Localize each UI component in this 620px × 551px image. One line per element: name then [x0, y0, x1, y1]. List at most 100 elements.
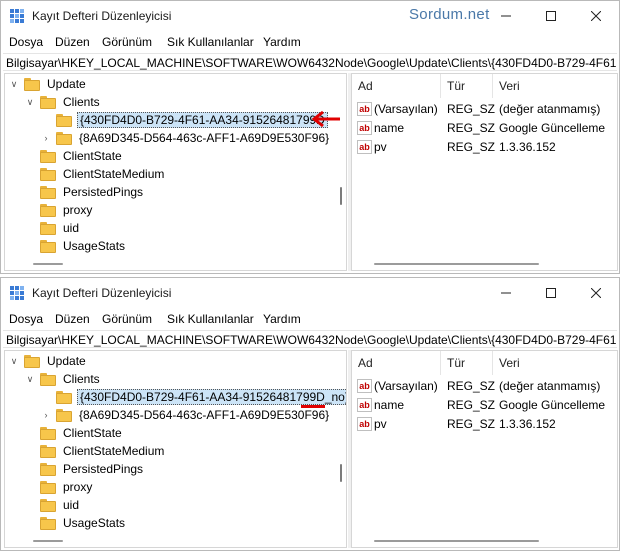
folder-icon: [56, 390, 72, 404]
folder-icon: [24, 354, 40, 368]
tree-item-label: PersistedPings: [63, 185, 144, 199]
minimize-button[interactable]: [484, 1, 528, 31]
value-data: Google Güncelleme: [499, 121, 606, 135]
address-bar[interactable]: Bilgisayar\HKEY_LOCAL_MACHINE\SOFTWARE\W…: [3, 330, 617, 348]
menu-gorunum[interactable]: Görünüm: [102, 312, 152, 326]
value-row[interactable]: ab (Varsayılan) REG_SZ (değer atanmamış): [352, 377, 617, 395]
title-bar[interactable]: Kayıt Defteri Düzenleyicisi Sordum.net: [1, 1, 619, 31]
string-value-icon: ab: [357, 140, 372, 154]
minimize-button[interactable]: [484, 278, 528, 308]
value-row[interactable]: ab pv REG_SZ 1.3.36.152: [352, 138, 617, 156]
column-header-name[interactable]: Ad: [352, 351, 441, 375]
tree-item-clientstatemedium[interactable]: ClientStateMedium: [40, 165, 166, 183]
title-bar[interactable]: Kayıt Defteri Düzenleyicisi: [1, 278, 619, 308]
tree-item-uid[interactable]: uid: [40, 496, 81, 514]
value-type: REG_SZ: [447, 417, 496, 431]
address-bar[interactable]: Bilgisayar\HKEY_LOCAL_MACHINE\SOFTWARE\W…: [3, 53, 617, 71]
tree-item-chrome-key[interactable]: › {8A69D345-D564-463c-AFF1-A69D9E530F96}: [40, 129, 331, 147]
column-header-data[interactable]: Veri: [493, 351, 617, 375]
maximize-icon: [546, 288, 556, 298]
value-row[interactable]: ab name REG_SZ Google Güncelleme: [352, 396, 617, 414]
tree-item-label: Clients: [63, 372, 100, 386]
menu-sik-kullanilanlar[interactable]: Sık Kullanılanlar: [167, 312, 254, 326]
tree-item-usagestats[interactable]: UsageStats: [40, 237, 127, 255]
folder-icon: [40, 95, 56, 109]
registry-editor-icon: [10, 286, 24, 300]
menu-yardim[interactable]: Yardım: [263, 312, 301, 326]
maximize-button[interactable]: [529, 1, 573, 31]
tree-item-persistedpings[interactable]: PersistedPings: [40, 183, 145, 201]
folder-icon: [40, 516, 56, 530]
chevron-down-icon[interactable]: ∨: [24, 370, 36, 388]
chevron-right-icon[interactable]: ›: [40, 129, 52, 147]
red-left-arrow-icon: [311, 110, 340, 128]
column-header-data[interactable]: Veri: [493, 74, 617, 98]
chevron-down-icon[interactable]: ∨: [8, 352, 20, 370]
tree-item-clients[interactable]: ∨ Clients: [24, 93, 102, 111]
menu-dosya[interactable]: Dosya: [9, 35, 43, 49]
tree-item-clientstatemedium[interactable]: ClientStateMedium: [40, 442, 166, 460]
maximize-button[interactable]: [529, 278, 573, 308]
tree-item-clientstate[interactable]: ClientState: [40, 147, 124, 165]
tree-item-uid[interactable]: uid: [40, 219, 81, 237]
string-value-icon: ab: [357, 398, 372, 412]
value-type: REG_SZ: [447, 140, 496, 154]
menu-sik-kullanilanlar[interactable]: Sık Kullanılanlar: [167, 35, 254, 49]
menu-dosya[interactable]: Dosya: [9, 312, 43, 326]
scrollbar-thumb[interactable]: [340, 464, 342, 482]
value-type: REG_SZ: [447, 102, 496, 116]
tree-item-label: {8A69D345-D564-463c-AFF1-A69D9E530F96}: [79, 408, 330, 422]
tree-item-chrome-key[interactable]: › {8A69D345-D564-463c-AFF1-A69D9E530F96}: [40, 406, 331, 424]
tree-item-usagestats[interactable]: UsageStats: [40, 514, 127, 532]
tree-horizontal-scrollbar[interactable]: [33, 263, 63, 265]
key-tree-pane[interactable]: ∨ Update ∨ Clients {430FD4D0-B729-4F61-A…: [4, 350, 347, 548]
list-horizontal-scrollbar[interactable]: [374, 540, 539, 542]
tree-horizontal-scrollbar[interactable]: [33, 540, 63, 542]
chevron-right-icon[interactable]: ›: [40, 406, 52, 424]
string-value-icon: ab: [357, 121, 372, 135]
value-type: REG_SZ: [447, 121, 496, 135]
tree-item-label: uid: [63, 498, 80, 512]
tree-item-label: Clients: [63, 95, 100, 109]
scrollbar-thumb[interactable]: [340, 187, 342, 205]
tree-item-clients[interactable]: ∨ Clients: [24, 370, 102, 388]
key-tree-pane[interactable]: ∨ Update ∨ Clients {430FD4D0-B729-4F61-A…: [4, 73, 347, 271]
tree-item-clientstate[interactable]: ClientState: [40, 424, 124, 442]
list-horizontal-scrollbar[interactable]: [374, 263, 539, 265]
string-value-icon: ab: [357, 102, 372, 116]
close-button[interactable]: [574, 278, 618, 308]
values-list-pane[interactable]: Ad Tür Veri ab (Varsayılan) REG_SZ (değe…: [351, 73, 618, 271]
column-header-type[interactable]: Tür: [441, 351, 493, 375]
value-data: (değer atanmamış): [499, 102, 601, 116]
menu-yardim[interactable]: Yardım: [263, 35, 301, 49]
tree-item-update[interactable]: ∨ Update: [8, 352, 88, 370]
tree-item-update[interactable]: ∨ Update: [8, 75, 88, 93]
value-name: (Varsayılan): [374, 379, 438, 393]
value-data: Google Güncelleme: [499, 398, 606, 412]
tree-item-proxy[interactable]: proxy: [40, 201, 94, 219]
value-row[interactable]: ab name REG_SZ Google Güncelleme: [352, 119, 617, 137]
value-row[interactable]: ab pv REG_SZ 1.3.36.152: [352, 415, 617, 433]
tree-item-proxy[interactable]: proxy: [40, 478, 94, 496]
red-underline-annotation: [301, 405, 325, 408]
tree-item-persistedpings[interactable]: PersistedPings: [40, 460, 145, 478]
column-header-name[interactable]: Ad: [352, 74, 441, 98]
chevron-down-icon[interactable]: ∨: [8, 75, 20, 93]
tree-item-selected-key[interactable]: {430FD4D0-B729-4F61-AA34-91526481799D: [56, 111, 328, 129]
chevron-down-icon[interactable]: ∨: [24, 93, 36, 111]
tree-item-label: UsageStats: [63, 516, 126, 530]
tree-vertical-scrollbar[interactable]: [337, 74, 346, 270]
values-list-pane[interactable]: Ad Tür Veri ab (Varsayılan) REG_SZ (değe…: [351, 350, 618, 548]
column-header-type[interactable]: Tür: [441, 74, 493, 98]
close-button[interactable]: [574, 1, 618, 31]
menu-duzen[interactable]: Düzen: [55, 35, 90, 49]
tree-vertical-scrollbar[interactable]: [337, 351, 346, 547]
watermark-text: Sordum.net: [409, 6, 490, 23]
folder-icon: [40, 462, 56, 476]
value-row[interactable]: ab (Varsayılan) REG_SZ (değer atanmamış): [352, 100, 617, 118]
tree-item-selected-key[interactable]: {430FD4D0-B729-4F61-AA34-91526481799D_no…: [56, 388, 346, 406]
tree-item-label: Update: [47, 354, 86, 368]
folder-icon: [40, 167, 56, 181]
menu-duzen[interactable]: Düzen: [55, 312, 90, 326]
menu-gorunum[interactable]: Görünüm: [102, 35, 152, 49]
